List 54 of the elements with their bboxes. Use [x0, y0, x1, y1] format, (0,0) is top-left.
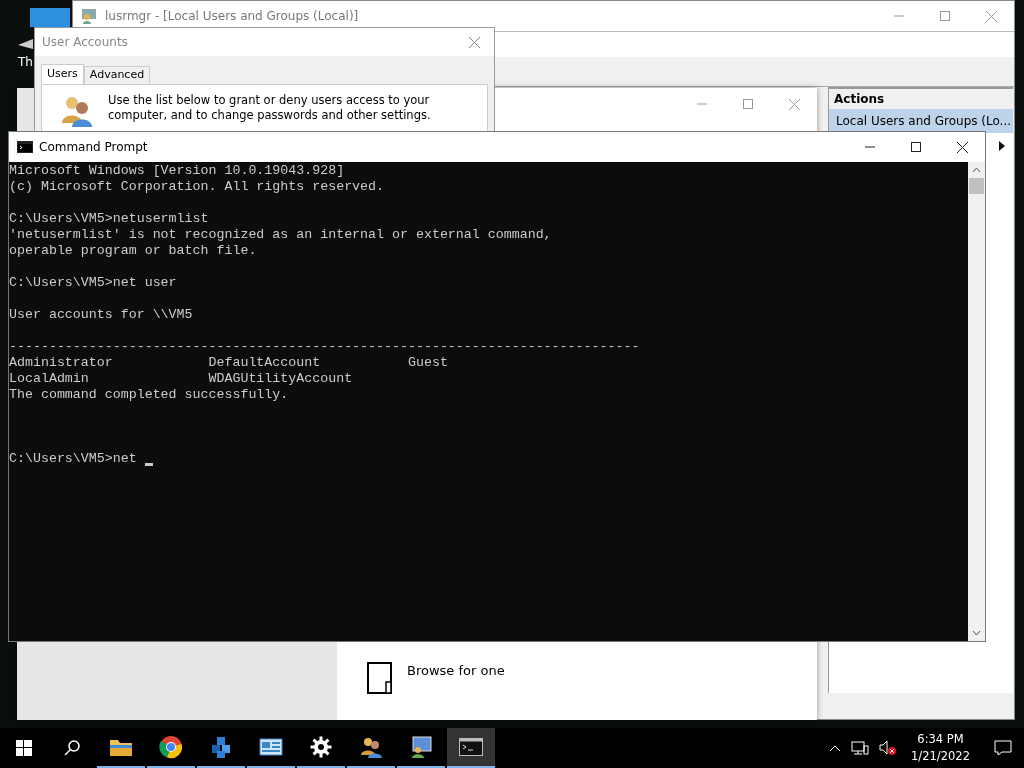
description-text: Use the list below to grant or deny users access to your computer, and to change passwords and other settings.	[108, 93, 432, 124]
console-line: (c) Microsoft Corporation. All rights reserved.	[9, 179, 385, 195]
clock[interactable]: 6:34 PM 1/21/2022	[907, 731, 974, 765]
terminal-icon	[17, 141, 33, 153]
console-line: -------------------------------------------------------------------------------	[9, 339, 640, 355]
scrollbar-thumb[interactable]	[969, 178, 984, 194]
chevron-up-icon[interactable]	[829, 744, 842, 752]
console-line: C:\Users\VM5>net user	[9, 275, 177, 291]
expand-icon	[999, 141, 1005, 151]
console-line: C:\Users\VM5>net	[9, 451, 138, 467]
tab[interactable]: Users	[41, 64, 84, 84]
settings-icon	[310, 736, 332, 758]
console-line: 'netusermlist' is not recognized as an internal or external command,	[9, 227, 552, 243]
users-icon	[81, 8, 97, 24]
maximize-icon	[743, 99, 753, 109]
network-icon[interactable]	[851, 741, 870, 755]
close-icon	[468, 36, 480, 48]
folder-icon	[109, 737, 133, 757]
console-line: The command completed successfully.	[9, 387, 289, 403]
close-icon	[985, 10, 997, 22]
console-line: LocalAdmin WDAGUtilityAccount	[9, 371, 353, 387]
console-line: User accounts for \\VM5	[9, 307, 193, 323]
console-line: Administrator DefaultAccount Guest	[9, 355, 448, 371]
actions-item[interactable]: Local Users and Groups (Lo...	[829, 109, 1013, 133]
cubes-icon	[209, 735, 233, 759]
date-text: 1/21/2022	[911, 748, 970, 765]
search-icon	[64, 740, 80, 756]
console-line: C:\Users\VM5>netusermlist	[9, 211, 209, 227]
browse-link[interactable]: Browse for one	[407, 662, 505, 677]
close-icon	[788, 98, 800, 110]
notifications-icon[interactable]	[994, 740, 1012, 756]
close-icon	[956, 141, 968, 153]
volume-muted-icon[interactable]	[879, 740, 898, 756]
control-panel-icon	[259, 737, 283, 757]
window-title: lusrmgr - [Local Users and Groups (Local)]	[105, 8, 359, 25]
time-text: 6:34 PM	[917, 731, 964, 748]
taskbar-button[interactable]	[447, 728, 495, 768]
maximize-icon	[940, 11, 950, 21]
maximize-icon	[911, 142, 921, 152]
console-line: Microsoft Windows [Version 10.0.19043.928]	[9, 163, 345, 179]
window-title: User Accounts	[42, 34, 128, 51]
browser-icon	[159, 735, 183, 759]
desktop-icon-label: Th	[18, 54, 33, 71]
terminal-icon	[459, 738, 483, 756]
document-icon	[367, 662, 393, 694]
windows-logo-icon	[16, 740, 32, 756]
console-line: operable program or batch file.	[9, 243, 257, 259]
shortcut-arrow-icon	[18, 39, 34, 49]
window-title: Command Prompt	[39, 139, 148, 156]
actions-header: Actions	[829, 87, 1013, 109]
tab[interactable]: Advanced	[83, 66, 151, 84]
monitor-users-icon	[409, 735, 433, 759]
users-icon	[359, 735, 383, 759]
text-cursor	[144, 463, 153, 466]
